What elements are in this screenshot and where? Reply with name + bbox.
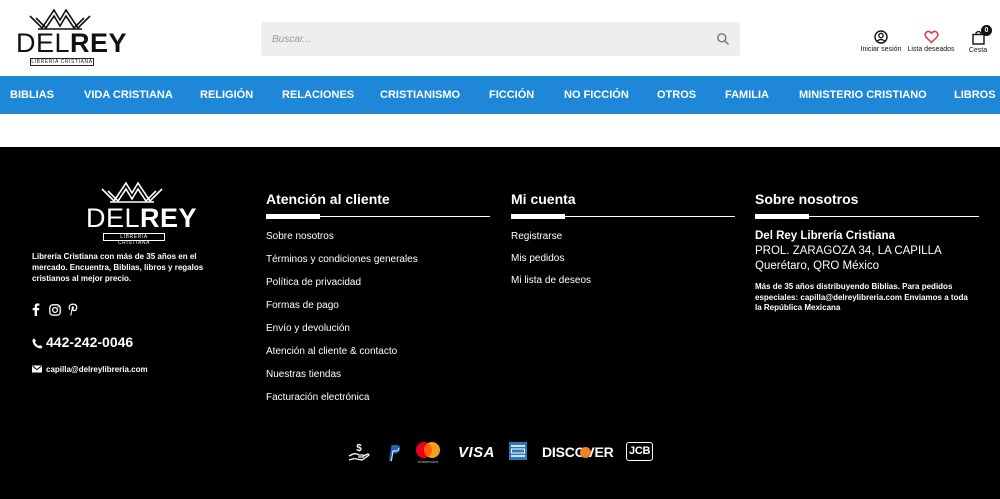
footer-email[interactable]: capilla@delreylibreria.com xyxy=(32,365,148,374)
nav-item-vida-cristiana[interactable]: VIDA CRISTIANA xyxy=(84,76,173,114)
paypal-icon xyxy=(386,444,402,466)
store-name: Del Rey Librería Cristiana xyxy=(755,230,895,242)
customer-service-title: Atención al cliente xyxy=(266,191,390,207)
discover-logo-text: DISCOVER xyxy=(542,444,614,460)
footer-link-envio[interactable]: Envío y devolución xyxy=(266,322,490,345)
nav-item-ficcion[interactable]: FICCIÓN xyxy=(489,76,534,114)
nav-item-relaciones[interactable]: RELACIONES xyxy=(282,76,354,114)
nav-item-no-ficcion[interactable]: NO FICCIÓN xyxy=(564,76,629,114)
facebook-icon[interactable] xyxy=(32,303,40,317)
cart-link[interactable]: Cesta 0 xyxy=(962,25,994,54)
store-address: Del Rey Librería Cristiana PROL. ZARAGOZ… xyxy=(755,229,979,274)
footer-link-privacidad[interactable]: Política de privacidad xyxy=(266,276,490,299)
search-bar xyxy=(261,22,740,56)
user-icon xyxy=(874,30,888,44)
mastercard-caption: mastercard xyxy=(418,459,439,464)
logo-tagline: LIBRERÍA CRISTIANA xyxy=(30,58,94,66)
about-us-title: Sobre nosotros xyxy=(755,191,859,207)
account-label: Iniciar sesión xyxy=(860,46,902,53)
nav-item-biblias[interactable]: BIBLIAS xyxy=(10,76,54,114)
footer-logo-wordmark: DELREY xyxy=(86,203,198,233)
footer-link-formas-de-pago[interactable]: Formas de pago xyxy=(266,299,490,322)
heart-icon xyxy=(923,30,939,44)
my-account-title: Mi cuenta xyxy=(511,191,576,207)
amex-icon xyxy=(509,442,527,464)
account-link[interactable]: Iniciar sesión xyxy=(856,30,906,53)
cart-label: Cesta xyxy=(968,47,988,54)
nav-item-otros[interactable]: OTROS xyxy=(657,76,696,114)
phone-number: 442-242-0046 xyxy=(46,334,134,350)
store-address-line-2: Querétaro, QRO México xyxy=(755,260,879,272)
column-divider xyxy=(266,214,490,219)
footer-logo[interactable]: DELREY LIBRERÍA CRISTIANA xyxy=(86,181,198,246)
footer-link-sobre-nosotros[interactable]: Sobre nosotros xyxy=(266,230,490,253)
discover-dot xyxy=(580,447,591,458)
footer-link-tiendas[interactable]: Nuestras tiendas xyxy=(266,368,490,391)
logo-wordmark: DELREY xyxy=(16,28,128,58)
nav-item-ministerio-cristiano[interactable]: MINISTERIO CRISTIANO xyxy=(799,76,927,114)
site-footer: DELREY LIBRERÍA CRISTIANA Librería Crist… xyxy=(0,147,1000,499)
instagram-icon[interactable] xyxy=(49,303,61,317)
pinterest-icon[interactable] xyxy=(68,303,78,317)
about-us-note: Más de 35 años distribuyendo Biblias. Pa… xyxy=(755,282,968,312)
crown-icon xyxy=(29,8,91,30)
footer-link-facturacion[interactable]: Facturación electrónica xyxy=(266,391,490,414)
cart-count-badge: 0 xyxy=(981,25,992,36)
site-logo[interactable]: DELREY LIBRERÍA CRISTIANA xyxy=(16,8,128,66)
footer-logo-tagline: LIBRERÍA CRISTIANA xyxy=(103,233,165,246)
envelope-icon xyxy=(32,365,42,373)
nav-item-libros[interactable]: LIBROS xyxy=(954,76,996,114)
column-divider xyxy=(755,214,979,219)
footer-link-mis-pedidos[interactable]: Mis pedidos xyxy=(511,252,735,274)
cash-payment-icon: $ xyxy=(348,441,370,463)
search-input[interactable] xyxy=(261,22,701,56)
nav-item-cristianismo[interactable]: CRISTIANISMO xyxy=(380,76,460,114)
jcb-icon: JCB xyxy=(626,442,653,464)
phone-icon xyxy=(32,338,43,349)
column-divider xyxy=(511,214,735,219)
visa-icon: VISA xyxy=(458,444,495,466)
mastercard-icon: mastercard xyxy=(414,441,442,464)
svg-text:$: $ xyxy=(356,443,362,454)
site-header: DELREY LIBRERÍA CRISTIANA Iniciar sesión… xyxy=(0,0,1000,76)
visa-logo-text: VISA xyxy=(458,444,496,461)
discover-icon: DISCOVER xyxy=(542,444,614,466)
footer-link-lista-deseos[interactable]: Mi lista de deseos xyxy=(511,274,735,296)
email-address: capilla@delreylibreria.com xyxy=(46,365,148,374)
wishlist-label: Lista deseados xyxy=(907,46,955,53)
footer-about-text: Librería Cristiana con más de 35 años en… xyxy=(32,252,204,283)
main-nav: BIBLIAS VIDA CRISTIANA RELIGIÓN RELACION… xyxy=(0,76,1000,114)
footer-link-contacto[interactable]: Atención al cliente & contacto xyxy=(266,345,490,368)
about-us-column: Sobre nosotros Del Rey Librería Cristian… xyxy=(755,191,979,314)
footer-link-terminos[interactable]: Términos y condiciones generales xyxy=(266,253,490,276)
customer-service-column: Atención al cliente Sobre nosotros Térmi… xyxy=(266,191,490,414)
nav-item-familia[interactable]: FAMILIA xyxy=(725,76,769,114)
jcb-logo-text: JCB xyxy=(629,445,651,457)
footer-phone[interactable]: 442-242-0046 xyxy=(32,334,133,350)
footer-link-registrarse[interactable]: Registrarse xyxy=(511,230,735,252)
my-account-column: Mi cuenta Registrarse Mis pedidos Mi lis… xyxy=(511,191,735,296)
nav-item-religion[interactable]: RELIGIÓN xyxy=(200,76,253,114)
wishlist-link[interactable]: Lista deseados xyxy=(905,30,957,53)
crown-icon xyxy=(101,181,163,203)
store-address-line-1: PROL. ZARAGOZA 34, LA CAPILLA xyxy=(755,245,942,257)
search-icon[interactable] xyxy=(716,32,730,46)
